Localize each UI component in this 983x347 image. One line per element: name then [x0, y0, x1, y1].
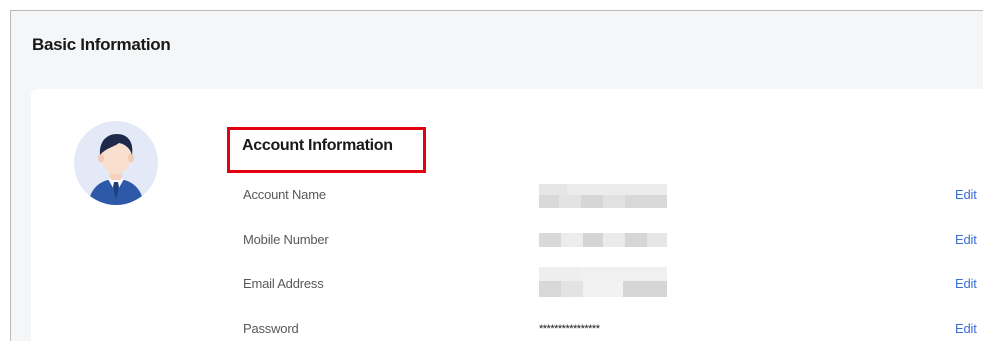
account-information-highlight: Account Information	[227, 127, 426, 173]
page-title: Basic Information	[32, 35, 171, 54]
account-name-row: Account Name Edit	[31, 184, 983, 208]
edit-email-address-link[interactable]: Edit	[955, 276, 977, 291]
edit-mobile-number-link[interactable]: Edit	[955, 232, 977, 247]
email-address-row: Email Address Edit	[31, 267, 983, 297]
password-row: Password **************** Edit	[31, 318, 983, 342]
edit-password-link[interactable]: Edit	[955, 321, 977, 336]
password-label: Password	[243, 321, 299, 336]
basic-information-panel: Basic Information Account Information Ac…	[10, 10, 983, 342]
account-card: Account Information Account Name Edit Mo…	[31, 89, 983, 342]
account-name-label: Account Name	[243, 187, 326, 202]
mobile-number-label: Mobile Number	[243, 232, 329, 247]
mobile-number-row: Mobile Number Edit	[31, 229, 983, 253]
password-value: ****************	[539, 323, 600, 335]
section-title: Account Information	[242, 137, 393, 154]
email-address-label: Email Address	[243, 276, 324, 291]
edit-account-name-link[interactable]: Edit	[955, 187, 977, 202]
